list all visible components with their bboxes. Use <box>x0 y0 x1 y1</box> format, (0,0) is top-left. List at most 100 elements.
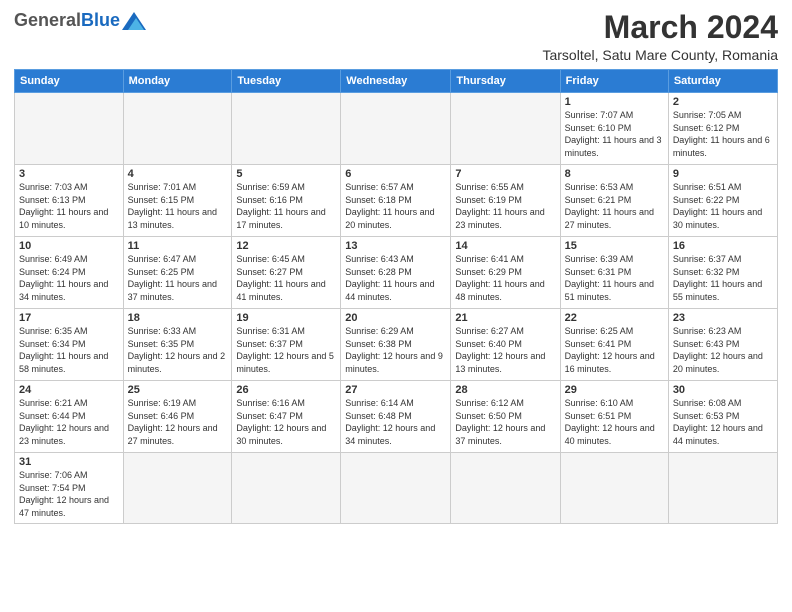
title-area: March 2024 Tarsoltel, Satu Mare County, … <box>542 10 778 63</box>
table-row: 26Sunrise: 6:16 AM Sunset: 6:47 PM Dayli… <box>232 381 341 453</box>
logo-area: General Blue <box>14 10 146 31</box>
table-row: 22Sunrise: 6:25 AM Sunset: 6:41 PM Dayli… <box>560 309 668 381</box>
table-row: 4Sunrise: 7:01 AM Sunset: 6:15 PM Daylig… <box>123 165 232 237</box>
table-row <box>123 453 232 523</box>
table-row: 16Sunrise: 6:37 AM Sunset: 6:32 PM Dayli… <box>668 237 777 309</box>
table-row <box>560 453 668 523</box>
col-tuesday: Tuesday <box>232 70 341 93</box>
table-row: 28Sunrise: 6:12 AM Sunset: 6:50 PM Dayli… <box>451 381 560 453</box>
day-number: 10 <box>19 240 119 252</box>
table-row <box>232 453 341 523</box>
day-info: Sunrise: 6:27 AM Sunset: 6:40 PM Dayligh… <box>455 325 555 375</box>
table-row: 15Sunrise: 6:39 AM Sunset: 6:31 PM Dayli… <box>560 237 668 309</box>
table-row: 18Sunrise: 6:33 AM Sunset: 6:35 PM Dayli… <box>123 309 232 381</box>
table-row <box>451 453 560 523</box>
day-info: Sunrise: 6:57 AM Sunset: 6:18 PM Dayligh… <box>345 181 446 231</box>
day-info: Sunrise: 7:06 AM Sunset: 7:54 PM Dayligh… <box>19 469 119 519</box>
table-row <box>668 453 777 523</box>
table-row: 1Sunrise: 7:07 AM Sunset: 6:10 PM Daylig… <box>560 93 668 165</box>
col-thursday: Thursday <box>451 70 560 93</box>
day-number: 4 <box>128 168 228 180</box>
day-info: Sunrise: 6:37 AM Sunset: 6:32 PM Dayligh… <box>673 253 773 303</box>
day-info: Sunrise: 6:49 AM Sunset: 6:24 PM Dayligh… <box>19 253 119 303</box>
day-info: Sunrise: 6:55 AM Sunset: 6:19 PM Dayligh… <box>455 181 555 231</box>
day-info: Sunrise: 6:35 AM Sunset: 6:34 PM Dayligh… <box>19 325 119 375</box>
day-number: 20 <box>345 312 446 324</box>
day-number: 23 <box>673 312 773 324</box>
day-number: 28 <box>455 384 555 396</box>
table-row: 10Sunrise: 6:49 AM Sunset: 6:24 PM Dayli… <box>15 237 124 309</box>
day-number: 16 <box>673 240 773 252</box>
table-row: 25Sunrise: 6:19 AM Sunset: 6:46 PM Dayli… <box>123 381 232 453</box>
day-info: Sunrise: 6:31 AM Sunset: 6:37 PM Dayligh… <box>236 325 336 375</box>
location: Tarsoltel, Satu Mare County, Romania <box>542 47 778 63</box>
day-info: Sunrise: 7:01 AM Sunset: 6:15 PM Dayligh… <box>128 181 228 231</box>
day-number: 26 <box>236 384 336 396</box>
day-number: 5 <box>236 168 336 180</box>
page: General Blue March 2024 Tarsoltel, Satu … <box>0 0 792 532</box>
day-info: Sunrise: 6:19 AM Sunset: 6:46 PM Dayligh… <box>128 397 228 447</box>
logo-icon <box>122 12 146 30</box>
table-row <box>123 93 232 165</box>
header: General Blue March 2024 Tarsoltel, Satu … <box>14 10 778 63</box>
day-info: Sunrise: 6:29 AM Sunset: 6:38 PM Dayligh… <box>345 325 446 375</box>
table-row: 23Sunrise: 6:23 AM Sunset: 6:43 PM Dayli… <box>668 309 777 381</box>
day-info: Sunrise: 6:08 AM Sunset: 6:53 PM Dayligh… <box>673 397 773 447</box>
col-monday: Monday <box>123 70 232 93</box>
table-row <box>341 453 451 523</box>
col-wednesday: Wednesday <box>341 70 451 93</box>
table-row: 31Sunrise: 7:06 AM Sunset: 7:54 PM Dayli… <box>15 453 124 523</box>
table-row: 17Sunrise: 6:35 AM Sunset: 6:34 PM Dayli… <box>15 309 124 381</box>
table-row: 20Sunrise: 6:29 AM Sunset: 6:38 PM Dayli… <box>341 309 451 381</box>
table-row <box>232 93 341 165</box>
table-row <box>15 93 124 165</box>
calendar: Sunday Monday Tuesday Wednesday Thursday… <box>14 69 778 523</box>
day-info: Sunrise: 6:47 AM Sunset: 6:25 PM Dayligh… <box>128 253 228 303</box>
table-row: 9Sunrise: 6:51 AM Sunset: 6:22 PM Daylig… <box>668 165 777 237</box>
day-info: Sunrise: 6:39 AM Sunset: 6:31 PM Dayligh… <box>565 253 664 303</box>
day-number: 15 <box>565 240 664 252</box>
day-number: 21 <box>455 312 555 324</box>
logo: General Blue <box>14 10 146 31</box>
logo-general-text: General <box>14 10 81 31</box>
day-number: 25 <box>128 384 228 396</box>
table-row: 21Sunrise: 6:27 AM Sunset: 6:40 PM Dayli… <box>451 309 560 381</box>
day-number: 9 <box>673 168 773 180</box>
day-info: Sunrise: 6:51 AM Sunset: 6:22 PM Dayligh… <box>673 181 773 231</box>
day-info: Sunrise: 7:05 AM Sunset: 6:12 PM Dayligh… <box>673 109 773 159</box>
table-row: 3Sunrise: 7:03 AM Sunset: 6:13 PM Daylig… <box>15 165 124 237</box>
table-row: 14Sunrise: 6:41 AM Sunset: 6:29 PM Dayli… <box>451 237 560 309</box>
day-info: Sunrise: 6:53 AM Sunset: 6:21 PM Dayligh… <box>565 181 664 231</box>
day-info: Sunrise: 6:43 AM Sunset: 6:28 PM Dayligh… <box>345 253 446 303</box>
table-row <box>341 93 451 165</box>
day-number: 17 <box>19 312 119 324</box>
day-info: Sunrise: 6:10 AM Sunset: 6:51 PM Dayligh… <box>565 397 664 447</box>
table-row: 2Sunrise: 7:05 AM Sunset: 6:12 PM Daylig… <box>668 93 777 165</box>
day-info: Sunrise: 6:23 AM Sunset: 6:43 PM Dayligh… <box>673 325 773 375</box>
day-number: 27 <box>345 384 446 396</box>
table-row: 30Sunrise: 6:08 AM Sunset: 6:53 PM Dayli… <box>668 381 777 453</box>
day-number: 31 <box>19 456 119 468</box>
day-number: 1 <box>565 96 664 108</box>
table-row: 6Sunrise: 6:57 AM Sunset: 6:18 PM Daylig… <box>341 165 451 237</box>
table-row: 19Sunrise: 6:31 AM Sunset: 6:37 PM Dayli… <box>232 309 341 381</box>
day-number: 19 <box>236 312 336 324</box>
table-row: 5Sunrise: 6:59 AM Sunset: 6:16 PM Daylig… <box>232 165 341 237</box>
day-number: 2 <box>673 96 773 108</box>
logo-blue-text: Blue <box>81 10 120 31</box>
table-row: 29Sunrise: 6:10 AM Sunset: 6:51 PM Dayli… <box>560 381 668 453</box>
day-number: 24 <box>19 384 119 396</box>
col-sunday: Sunday <box>15 70 124 93</box>
table-row: 13Sunrise: 6:43 AM Sunset: 6:28 PM Dayli… <box>341 237 451 309</box>
day-info: Sunrise: 6:25 AM Sunset: 6:41 PM Dayligh… <box>565 325 664 375</box>
calendar-header-row: Sunday Monday Tuesday Wednesday Thursday… <box>15 70 778 93</box>
table-row: 27Sunrise: 6:14 AM Sunset: 6:48 PM Dayli… <box>341 381 451 453</box>
day-number: 14 <box>455 240 555 252</box>
day-number: 29 <box>565 384 664 396</box>
day-number: 8 <box>565 168 664 180</box>
day-number: 7 <box>455 168 555 180</box>
day-number: 13 <box>345 240 446 252</box>
day-info: Sunrise: 6:16 AM Sunset: 6:47 PM Dayligh… <box>236 397 336 447</box>
day-info: Sunrise: 6:14 AM Sunset: 6:48 PM Dayligh… <box>345 397 446 447</box>
day-info: Sunrise: 6:45 AM Sunset: 6:27 PM Dayligh… <box>236 253 336 303</box>
